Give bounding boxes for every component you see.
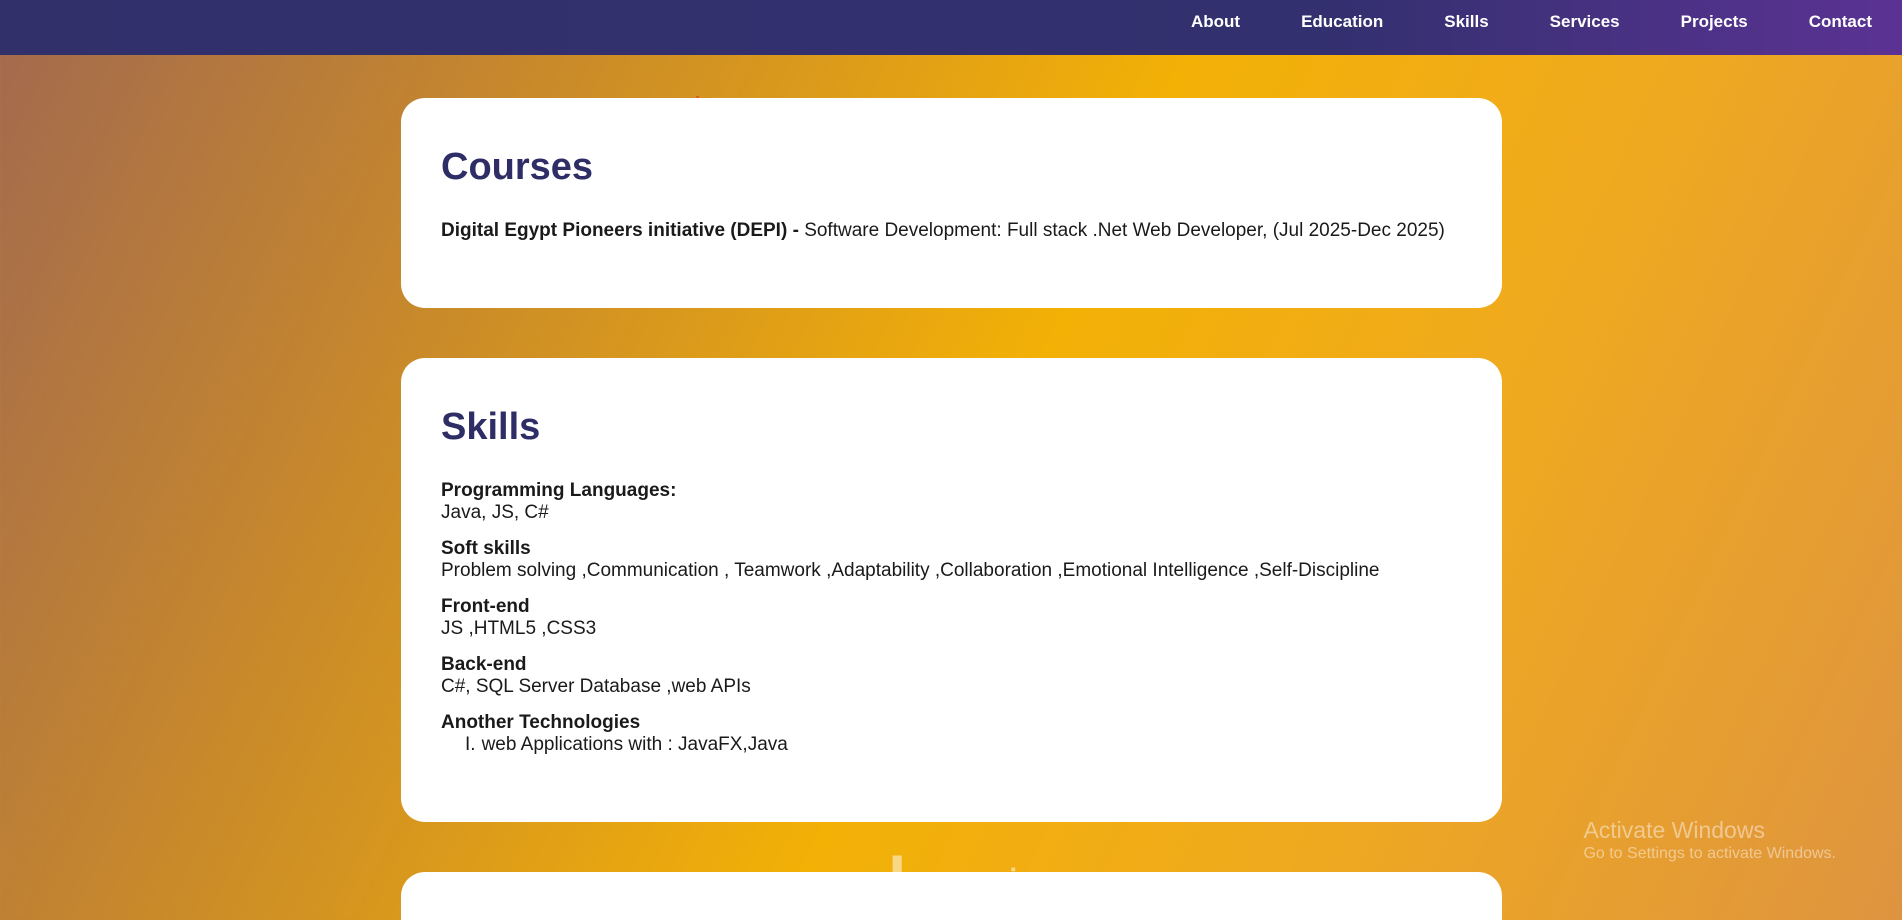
skills-title: Skills [441, 406, 541, 448]
skill-heading: Another Technologies [441, 712, 641, 733]
skill-heading: Programming Languages: [441, 480, 677, 501]
courses-card: Courses Digital Egypt Pioneers initiativ… [401, 98, 1502, 308]
skill-value: C#, SQL Server Database ,web APIs [441, 676, 751, 697]
nav-link-about[interactable]: About [1191, 12, 1240, 32]
skill-group-backend: Back-end C#, SQL Server Database ,web AP… [441, 654, 1461, 698]
skill-value: Java, JS, C# [441, 502, 549, 523]
skill-value: Problem solving ,Communication , Teamwor… [441, 560, 1380, 581]
nav-link-contact[interactable]: Contact [1809, 12, 1872, 32]
nav-link-projects[interactable]: Projects [1681, 12, 1748, 32]
skill-heading: Back-end [441, 654, 527, 675]
activate-title: Activate Windows [1583, 817, 1765, 843]
course-details: Software Development: Full stack .Net We… [804, 220, 1445, 241]
skill-heading: Soft skills [441, 538, 531, 559]
nav-link-services[interactable]: Services [1550, 12, 1620, 32]
site-logo-watermark: خمسات [836, 848, 1034, 908]
list-item-text: web Applications with : JavaFX,Java [481, 734, 788, 755]
skill-group-frontend: Front-end JS ,HTML5 ,CSS3 [441, 596, 1461, 640]
top-navbar: About Education Skills Services Projects… [0, 0, 1902, 55]
skill-group-programming: Programming Languages: Java, JS, C# [441, 480, 1461, 524]
activate-windows-watermark: Activate Windows Go to Settings to activ… [1583, 816, 1836, 864]
nav-link-skills[interactable]: Skills [1444, 12, 1488, 32]
course-org: Digital Egypt Pioneers initiative (DEPI) [441, 220, 788, 241]
skills-list: Programming Languages: Java, JS, C# Soft… [441, 480, 1461, 770]
activate-subtitle: Go to Settings to activate Windows. [1583, 845, 1836, 862]
skill-group-other: Another Technologies I. web Applications … [441, 712, 1461, 756]
other-tech-list: I. web Applications with : JavaFX,Java [441, 734, 1461, 756]
course-separator: - [787, 220, 805, 241]
course-entry: Digital Egypt Pioneers initiative (DEPI)… [441, 220, 1445, 242]
courses-title: Courses [441, 146, 594, 188]
nav-link-education[interactable]: Education [1301, 12, 1383, 32]
list-item: I. web Applications with : JavaFX,Java [465, 734, 1461, 756]
skill-value: JS ,HTML5 ,CSS3 [441, 618, 597, 639]
skill-group-soft: Soft skills Problem solving ,Communicati… [441, 538, 1461, 582]
skills-card: Skills Programming Languages: Java, JS, … [401, 358, 1502, 822]
skill-heading: Front-end [441, 596, 530, 617]
list-marker: I. [465, 734, 476, 755]
